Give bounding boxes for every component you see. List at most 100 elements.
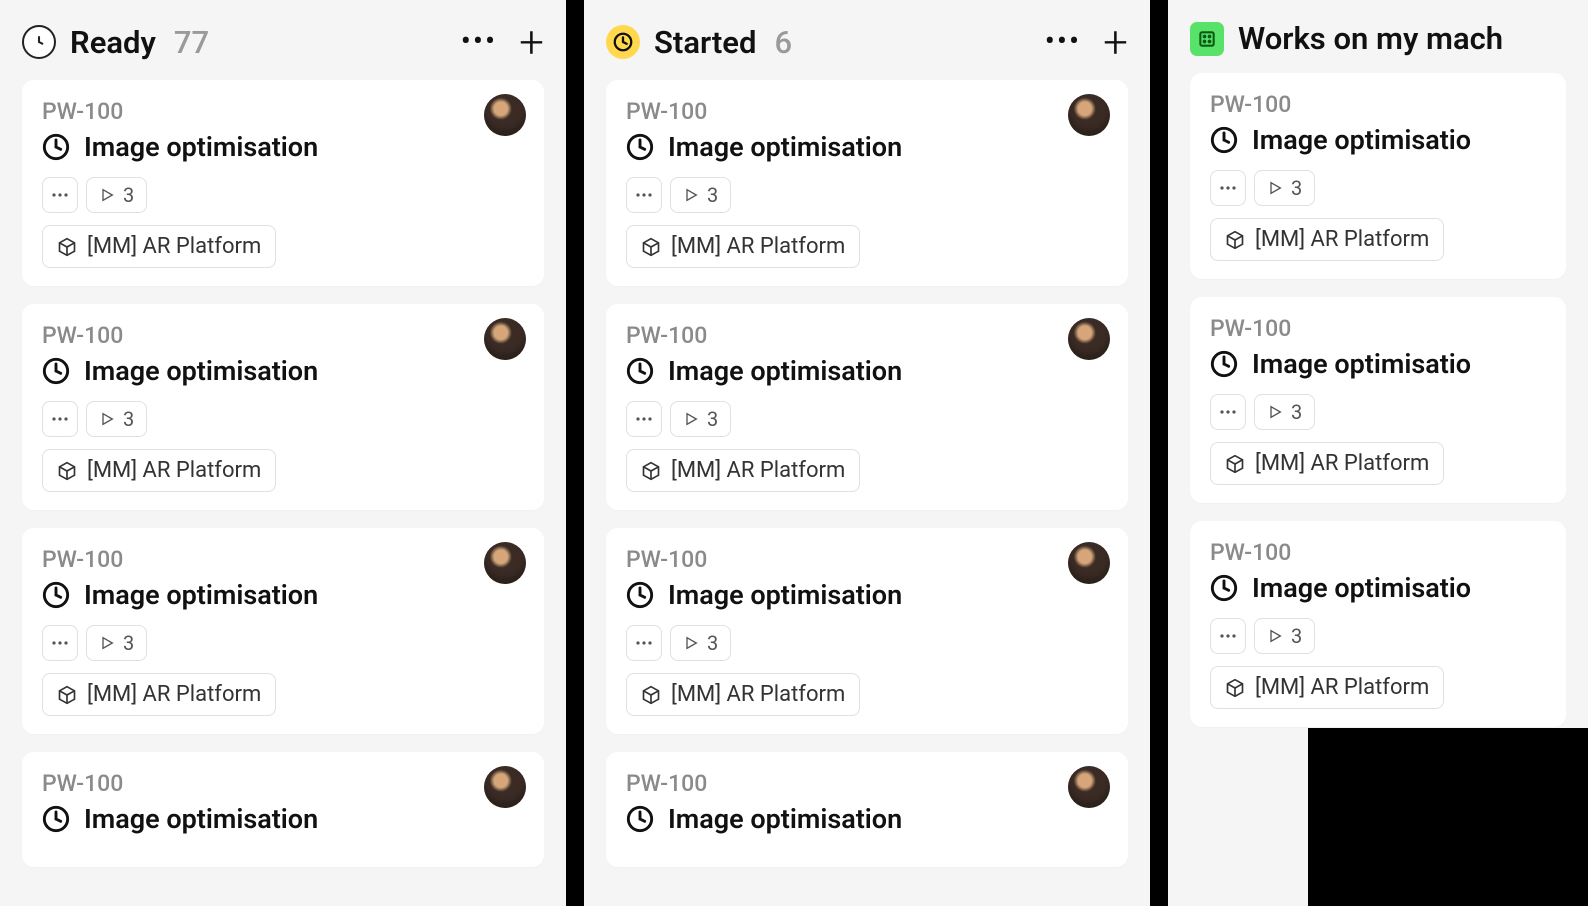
assignee-avatar[interactable] bbox=[484, 542, 526, 584]
more-badge[interactable] bbox=[1210, 394, 1246, 430]
issue-id: PW-100 bbox=[42, 546, 524, 573]
project-tag-label: [MM] AR Platform bbox=[87, 458, 261, 483]
add-card-button[interactable]: + bbox=[519, 20, 544, 64]
assignee-avatar[interactable] bbox=[1068, 766, 1110, 808]
clock-icon bbox=[1210, 126, 1238, 154]
column-started: Started 6 ••• + PW-100 Image optimisatio… bbox=[584, 0, 1150, 906]
subtask-badge[interactable]: 3 bbox=[86, 625, 147, 661]
subtask-count: 3 bbox=[707, 631, 718, 655]
clock-icon bbox=[626, 581, 654, 609]
assignee-avatar[interactable] bbox=[1068, 94, 1110, 136]
issue-card[interactable]: PW-100 Image optimisation 3 [MM] AR Plat… bbox=[606, 528, 1128, 734]
subtask-badge[interactable]: 3 bbox=[86, 401, 147, 437]
issue-title: Image optimisation bbox=[668, 131, 902, 163]
subtask-count: 3 bbox=[123, 631, 134, 655]
issue-card[interactable]: PW-100 Image optimisation bbox=[606, 752, 1128, 867]
project-tag[interactable]: [MM] AR Platform bbox=[1210, 218, 1444, 261]
subtask-badge[interactable]: 3 bbox=[1254, 170, 1315, 206]
project-tag-label: [MM] AR Platform bbox=[1255, 451, 1429, 476]
add-card-button[interactable]: + bbox=[1103, 20, 1128, 64]
subtask-badge[interactable]: 3 bbox=[1254, 394, 1315, 430]
issue-title: Image optimisatio bbox=[1252, 124, 1471, 156]
project-tag-label: [MM] AR Platform bbox=[87, 682, 261, 707]
column-title: Ready bbox=[70, 24, 156, 61]
issue-title: Image optimisation bbox=[84, 131, 318, 163]
issue-card[interactable]: PW-100 Image optimisatio 3 [MM] AR Platf… bbox=[1190, 73, 1566, 279]
clock-icon bbox=[1210, 574, 1238, 602]
more-badge[interactable] bbox=[626, 625, 662, 661]
subtask-count: 3 bbox=[123, 407, 134, 431]
project-tag[interactable]: [MM] AR Platform bbox=[1210, 442, 1444, 485]
project-tag[interactable]: [MM] AR Platform bbox=[42, 225, 276, 268]
subtask-badge[interactable]: 3 bbox=[670, 401, 731, 437]
issue-title: Image optimisatio bbox=[1252, 348, 1471, 380]
subtask-badge[interactable]: 3 bbox=[670, 177, 731, 213]
column-works-on-my-machine: Works on my mach PW-100 Image optimisati… bbox=[1168, 0, 1588, 906]
issue-card[interactable]: PW-100 Image optimisatio 3 [MM] AR Platf… bbox=[1190, 521, 1566, 727]
status-started-icon bbox=[606, 25, 640, 59]
project-tag[interactable]: [MM] AR Platform bbox=[42, 673, 276, 716]
issue-card[interactable]: PW-100 Image optimisation 3 [MM] AR Plat… bbox=[22, 304, 544, 510]
more-badge[interactable] bbox=[42, 401, 78, 437]
more-badge[interactable] bbox=[42, 177, 78, 213]
subtask-count: 3 bbox=[1291, 400, 1302, 424]
issue-card[interactable]: PW-100 Image optimisatio 3 [MM] AR Platf… bbox=[1190, 297, 1566, 503]
more-badge[interactable] bbox=[626, 177, 662, 213]
clock-icon bbox=[626, 805, 654, 833]
subtask-badge[interactable]: 3 bbox=[86, 177, 147, 213]
column-header: Started 6 ••• + bbox=[584, 0, 1150, 74]
issue-id: PW-100 bbox=[1210, 315, 1546, 342]
issue-card[interactable]: PW-100 Image optimisation 3 [MM] AR Plat… bbox=[606, 304, 1128, 510]
issue-id: PW-100 bbox=[626, 770, 1108, 797]
project-tag-label: [MM] AR Platform bbox=[87, 234, 261, 259]
project-tag-label: [MM] AR Platform bbox=[671, 234, 845, 259]
column-count: 6 bbox=[774, 24, 792, 61]
issue-card[interactable]: PW-100 Image optimisation 3 bbox=[22, 80, 544, 286]
issue-id: PW-100 bbox=[626, 322, 1108, 349]
subtask-count: 3 bbox=[1291, 176, 1302, 200]
assignee-avatar[interactable] bbox=[484, 766, 526, 808]
clock-icon bbox=[626, 133, 654, 161]
subtask-badge[interactable]: 3 bbox=[1254, 618, 1315, 654]
project-tag-label: [MM] AR Platform bbox=[1255, 227, 1429, 252]
project-tag[interactable]: [MM] AR Platform bbox=[42, 449, 276, 492]
subtask-badge[interactable]: 3 bbox=[670, 625, 731, 661]
issue-id: PW-100 bbox=[42, 98, 524, 125]
column-ready: Ready 77 ••• + PW-100 Image optimisation bbox=[0, 0, 566, 906]
project-tag[interactable]: [MM] AR Platform bbox=[1210, 666, 1444, 709]
issue-id: PW-100 bbox=[626, 98, 1108, 125]
column-menu-button[interactable]: ••• bbox=[1045, 27, 1081, 57]
issue-card[interactable]: PW-100 Image optimisation bbox=[22, 752, 544, 867]
card-list: PW-100 Image optimisation 3 bbox=[0, 74, 566, 889]
subtask-count: 3 bbox=[123, 183, 134, 207]
issue-card[interactable]: PW-100 Image optimisation 3 [MM] AR Plat… bbox=[606, 80, 1128, 286]
project-tag-label: [MM] AR Platform bbox=[671, 458, 845, 483]
more-badge[interactable] bbox=[42, 625, 78, 661]
more-badge[interactable] bbox=[1210, 618, 1246, 654]
project-tag[interactable]: [MM] AR Platform bbox=[626, 449, 860, 492]
column-header: Works on my mach bbox=[1168, 0, 1588, 67]
status-works-icon bbox=[1190, 22, 1224, 56]
column-count: 77 bbox=[174, 24, 209, 61]
subtask-count: 3 bbox=[1291, 624, 1302, 648]
assignee-avatar[interactable] bbox=[484, 318, 526, 360]
column-menu-button[interactable]: ••• bbox=[461, 27, 497, 57]
project-tag[interactable]: [MM] AR Platform bbox=[626, 225, 860, 268]
clock-icon bbox=[42, 133, 70, 161]
issue-id: PW-100 bbox=[1210, 539, 1546, 566]
more-badge[interactable] bbox=[1210, 170, 1246, 206]
column-header: Ready 77 ••• + bbox=[0, 0, 566, 74]
card-list: PW-100 Image optimisatio 3 [MM] AR Platf… bbox=[1168, 67, 1588, 749]
issue-title: Image optimisation bbox=[84, 579, 318, 611]
assignee-avatar[interactable] bbox=[1068, 542, 1110, 584]
clock-icon bbox=[42, 581, 70, 609]
clock-icon bbox=[626, 357, 654, 385]
kanban-board: Ready 77 ••• + PW-100 Image optimisation bbox=[0, 0, 1588, 906]
more-badge[interactable] bbox=[626, 401, 662, 437]
clock-icon bbox=[42, 805, 70, 833]
assignee-avatar[interactable] bbox=[484, 94, 526, 136]
issue-card[interactable]: PW-100 Image optimisation 3 [MM] AR Plat… bbox=[22, 528, 544, 734]
assignee-avatar[interactable] bbox=[1068, 318, 1110, 360]
clock-icon bbox=[1210, 350, 1238, 378]
project-tag[interactable]: [MM] AR Platform bbox=[626, 673, 860, 716]
